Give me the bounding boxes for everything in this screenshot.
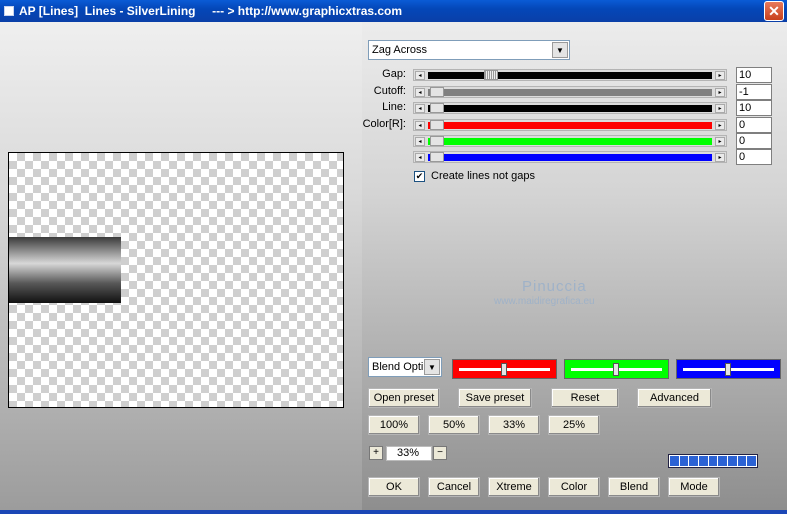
slider-fill: [428, 89, 712, 96]
progress-segment: [708, 456, 718, 466]
chevron-down-icon[interactable]: ▼: [552, 42, 568, 58]
blend-select-value: Blend Opti: [372, 361, 424, 373]
arrow-left-icon[interactable]: ◂: [415, 121, 425, 130]
slider-value-field[interactable]: 10: [736, 100, 772, 116]
slider-track[interactable]: ◂ ▸: [413, 119, 727, 131]
arrow-right-icon[interactable]: ▸: [715, 153, 725, 162]
slider-thumb[interactable]: [484, 70, 498, 80]
preview-line-band: [9, 237, 121, 303]
watermark-url: www.maidiregrafica.eu: [494, 296, 595, 307]
checkbox-check-icon[interactable]: ✔: [414, 170, 425, 182]
arrow-right-icon[interactable]: ▸: [715, 71, 725, 80]
save-preset-button[interactable]: Save preset: [458, 388, 532, 408]
arrow-right-icon[interactable]: ▸: [715, 121, 725, 130]
progress-segment: [728, 456, 737, 466]
title-bar: AP [Lines] Lines - SilverLining --- > ht…: [0, 0, 787, 22]
arrow-right-icon[interactable]: ▸: [715, 104, 725, 113]
slider-thumb[interactable]: [430, 136, 444, 146]
color-slider-knob[interactable]: [724, 363, 731, 376]
slider-value-field[interactable]: 10: [736, 67, 772, 83]
slider-track[interactable]: ◂ ▸: [413, 69, 727, 81]
slider-label: Color[R]:: [362, 118, 406, 130]
slider-track[interactable]: ◂ ▸: [413, 151, 727, 163]
arrow-right-icon[interactable]: ▸: [715, 137, 725, 146]
slider-thumb[interactable]: [430, 103, 444, 113]
progress-segment: [747, 456, 757, 466]
slider-label: Line:: [382, 101, 406, 113]
progress-segment: [699, 456, 708, 466]
progress-segment: [679, 456, 689, 466]
slider-fill: [428, 138, 712, 145]
zoom-out-button[interactable]: −: [433, 446, 447, 460]
slider-fill: [428, 105, 712, 112]
color-button[interactable]: Color: [548, 477, 600, 497]
zoom-25-button[interactable]: 25%: [548, 415, 600, 435]
color-slider-knob[interactable]: [500, 363, 507, 376]
xtreme-button[interactable]: Xtreme: [488, 477, 540, 497]
cancel-button[interactable]: Cancel: [428, 477, 480, 497]
open-preset-button[interactable]: Open preset: [368, 388, 440, 408]
slider-track[interactable]: ◂ ▸: [413, 86, 727, 98]
arrow-left-icon[interactable]: ◂: [415, 71, 425, 80]
close-button[interactable]: ✕: [764, 1, 784, 21]
arrow-left-icon[interactable]: ◂: [415, 104, 425, 113]
arrow-left-icon[interactable]: ◂: [415, 137, 425, 146]
slider-fill: [428, 122, 712, 129]
pattern-select-value: Zag Across: [372, 44, 428, 56]
zoom-33-button[interactable]: 33%: [488, 415, 540, 435]
color-slider-box[interactable]: [676, 359, 781, 379]
slider-value-field[interactable]: 0: [736, 117, 772, 133]
progress-segment: [689, 456, 699, 466]
color-slider-knob[interactable]: [612, 363, 619, 376]
slider-fill: [428, 72, 712, 79]
color-slider-box[interactable]: [452, 359, 557, 379]
chevron-down-icon[interactable]: ▼: [424, 359, 440, 375]
create-lines-checkbox[interactable]: ✔ Create lines not gaps: [414, 170, 535, 182]
zoom-100-button[interactable]: 100%: [368, 415, 420, 435]
arrow-left-icon[interactable]: ◂: [415, 153, 425, 162]
preview-pane: [0, 22, 362, 510]
slider-label: Cutoff:: [373, 85, 406, 97]
reset-button[interactable]: Reset: [551, 388, 619, 408]
slider-label: Gap:: [382, 68, 406, 80]
slider-thumb[interactable]: [430, 152, 444, 162]
progress-segment: [670, 456, 679, 466]
slider-track[interactable]: ◂ ▸: [413, 135, 727, 147]
advanced-button[interactable]: Advanced: [637, 388, 712, 408]
checkbox-label: Create lines not gaps: [431, 170, 535, 182]
pattern-select[interactable]: Zag Across ▼: [368, 40, 570, 60]
blend-button[interactable]: Blend: [608, 477, 660, 497]
zoom-50-button[interactable]: 50%: [428, 415, 480, 435]
mode-button[interactable]: Mode: [668, 477, 720, 497]
slider-value-field[interactable]: -1: [736, 84, 772, 100]
slider-value-field[interactable]: 0: [736, 149, 772, 165]
progress-bar: [668, 454, 758, 468]
slider-fill: [428, 154, 712, 161]
preview-canvas[interactable]: [8, 152, 344, 408]
zoom-in-button[interactable]: +: [369, 446, 383, 460]
slider-track[interactable]: ◂ ▸: [413, 102, 727, 114]
watermark-name: Pinuccia: [522, 278, 587, 295]
slider-thumb[interactable]: [430, 87, 444, 97]
color-slider-box[interactable]: [564, 359, 669, 379]
ok-button[interactable]: OK: [368, 477, 420, 497]
window-menu-icon[interactable]: [4, 6, 14, 16]
blend-options-select[interactable]: Blend Opti ▼: [368, 357, 442, 377]
progress-segment: [737, 456, 747, 466]
zoom-value[interactable]: 33%: [386, 446, 432, 461]
taskbar-strip: [0, 510, 787, 514]
arrow-right-icon[interactable]: ▸: [715, 88, 725, 97]
slider-value-field[interactable]: 0: [736, 133, 772, 149]
window-title: AP [Lines] Lines - SilverLining --- > ht…: [19, 4, 403, 18]
slider-thumb[interactable]: [430, 120, 444, 130]
progress-segment: [718, 456, 728, 466]
arrow-left-icon[interactable]: ◂: [415, 88, 425, 97]
